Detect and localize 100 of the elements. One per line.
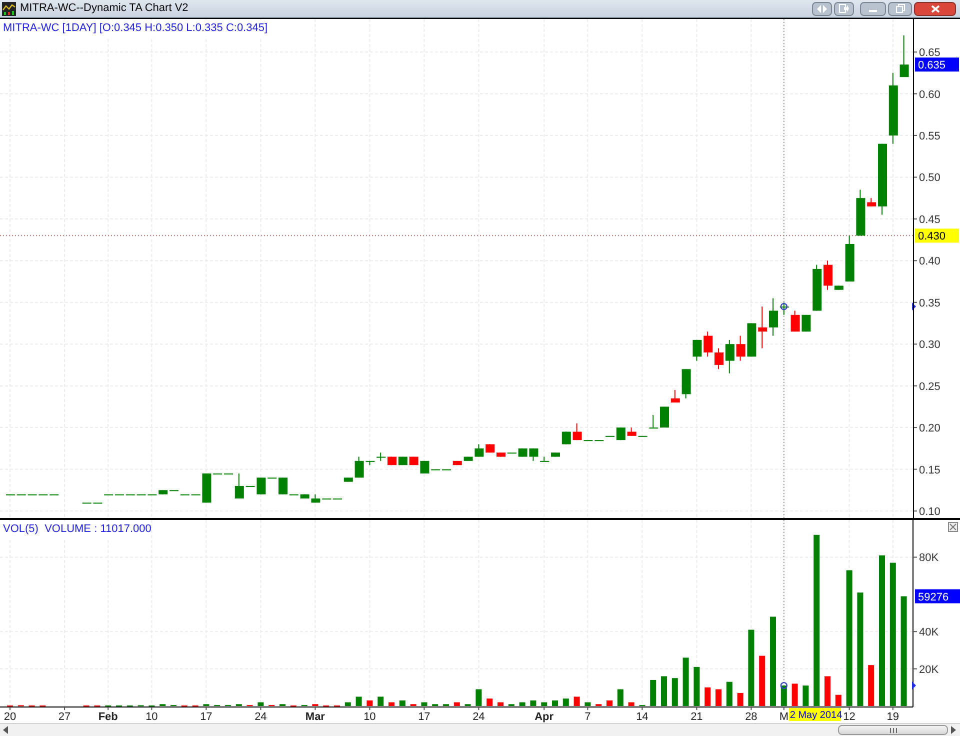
candlestick — [246, 486, 255, 487]
candlestick — [900, 34, 909, 78]
candlestick — [529, 448, 538, 462]
date-label: Feb — [98, 711, 118, 723]
date-label: 14 — [636, 711, 648, 723]
candlestick — [234, 472, 244, 499]
axis-label: 0.45 — [919, 214, 940, 226]
close-panel-icon[interactable] — [948, 522, 958, 532]
arrows-icon — [817, 4, 827, 12]
axis-label: 0.15 — [919, 464, 940, 476]
candlestick — [311, 494, 320, 504]
candlestick — [867, 198, 876, 207]
date-label: Mar — [305, 711, 325, 723]
axis-label: 0.50 — [919, 172, 940, 184]
candlestick — [725, 339, 734, 374]
candlestick — [736, 335, 746, 362]
axis-label: 0.55 — [919, 130, 940, 142]
candlestick — [638, 436, 648, 437]
candlestick — [780, 302, 789, 316]
candlestick — [649, 414, 658, 429]
candlestick — [562, 431, 571, 445]
candlestick — [256, 477, 266, 495]
candlestick — [496, 452, 506, 458]
date-label: M — [779, 711, 788, 723]
close-icon — [930, 4, 940, 12]
axis-label: 0.35 — [919, 297, 940, 310]
date-label: 27 — [58, 711, 71, 723]
axis-label: 0.20 — [919, 422, 940, 435]
candlestick — [790, 310, 800, 332]
right-arrow-icon — [951, 726, 957, 734]
candlestick — [812, 264, 822, 312]
candlestick — [474, 444, 484, 458]
axis-label: 40K — [919, 626, 939, 639]
axis-label: 0.65 — [919, 47, 940, 60]
candlestick — [834, 285, 844, 290]
axis-label: 0.60 — [919, 88, 940, 101]
candlestick — [344, 477, 353, 482]
axis-label: 0.30 — [919, 339, 940, 352]
candlestick — [388, 456, 396, 466]
candlestick — [627, 427, 636, 436]
axis-label: 0.25 — [919, 380, 940, 393]
candlestick — [376, 452, 386, 462]
candlestick — [289, 494, 298, 496]
crosshair-marker — [780, 682, 788, 690]
candlestick — [202, 472, 212, 504]
candlestick — [409, 456, 418, 466]
candlestick — [660, 406, 669, 428]
candlestick — [452, 460, 462, 466]
maximize-button[interactable] — [888, 2, 912, 16]
date-label: 17 — [200, 711, 212, 723]
candlestick — [518, 448, 528, 458]
candlestick — [300, 494, 310, 499]
candlestick — [366, 460, 375, 466]
candlestick — [398, 456, 408, 466]
candlestick — [354, 456, 364, 478]
close-button[interactable] — [914, 2, 956, 16]
left-arrow-icon — [3, 726, 9, 734]
candlestick — [540, 456, 550, 462]
axis-label: 20K — [919, 664, 939, 676]
price-badge: 0.430 — [915, 228, 959, 243]
candlestick — [670, 390, 680, 404]
candlestick — [158, 490, 168, 495]
candlestick — [704, 331, 713, 358]
candlestick — [769, 298, 778, 336]
date-label: 24 — [254, 711, 267, 723]
candlestick — [486, 444, 495, 454]
price-badge: 0.635 — [915, 58, 959, 72]
minimize-icon — [869, 10, 877, 12]
chart-legend: MITRA-WC [1DAY] [O:0.345 H:0.350 L:0.335 C:0.345] — [3, 20, 268, 36]
candlestick — [420, 460, 430, 474]
exit-icon — [839, 4, 849, 13]
scrollbar[interactable] — [0, 723, 960, 736]
date-label: 19 — [886, 711, 900, 723]
candlestick — [856, 189, 866, 236]
scrollbar-thumb[interactable] — [838, 725, 948, 735]
candlestick — [714, 348, 724, 370]
volume-badge: 59276 — [915, 589, 960, 604]
candlestick — [551, 452, 560, 458]
candlestick — [464, 456, 473, 462]
candlestick — [758, 306, 768, 349]
candlestick — [747, 322, 756, 358]
axis-label: 0.40 — [919, 256, 940, 268]
pointer-icon — [912, 682, 916, 690]
candlestick — [268, 478, 277, 479]
grip-icon — [890, 728, 896, 732]
app-icon — [2, 2, 16, 16]
candlestick — [692, 339, 702, 362]
candlestick — [824, 260, 832, 290]
chart-legend: VOL(5) VOLUME : 11017.000 — [3, 521, 152, 538]
candlestick — [845, 235, 854, 282]
candlestick — [572, 422, 582, 441]
toggle-button[interactable] — [812, 2, 832, 16]
date-label: 10 — [364, 711, 376, 723]
date-label: 20 — [4, 711, 16, 723]
candlestick — [682, 368, 691, 399]
minimize-button[interactable] — [860, 2, 886, 16]
axis-label: 0.10 — [919, 506, 940, 518]
date-label: 28 — [745, 711, 758, 723]
detach-button[interactable] — [834, 2, 854, 16]
date-label: Apr — [534, 711, 554, 723]
